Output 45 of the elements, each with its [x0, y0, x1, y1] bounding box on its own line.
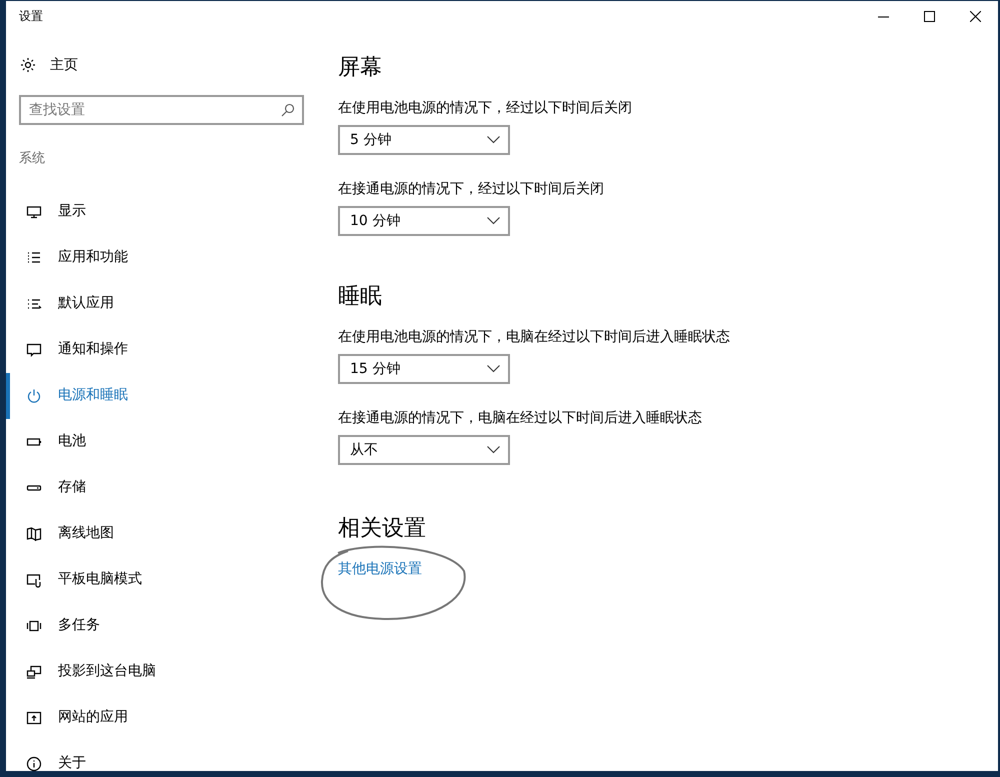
sidebar-item[interactable]: 多任务	[6, 602, 286, 648]
close-icon	[970, 10, 980, 22]
sidebar-item[interactable]: 存储	[6, 464, 286, 510]
section-heading: 睡眠	[338, 283, 383, 311]
chevron-down-icon	[487, 136, 500, 144]
setting-label: 在使用电池电源的情况下，经过以下时间后关闭	[338, 99, 633, 118]
dropdown[interactable]: 5 分钟	[338, 125, 510, 155]
dropdown[interactable]: 10 分钟	[338, 206, 510, 236]
info-icon	[26, 756, 42, 772]
sidebar-item[interactable]: 离线地图	[6, 510, 286, 556]
projector-icon	[26, 664, 42, 680]
setting-label: 在接通电源的情况下，经过以下时间后关闭	[338, 180, 605, 199]
sidebar-item[interactable]: 显示	[6, 188, 286, 234]
sidebar-item[interactable]: 电池	[6, 418, 286, 464]
window-title: 设置	[18, 8, 44, 25]
tablet-icon	[26, 572, 42, 588]
chevron-down-icon	[487, 446, 500, 454]
monitor-icon	[26, 204, 42, 220]
sidebar-item[interactable]: 电源和睡眠	[6, 372, 286, 418]
search-field[interactable]: 查找设置	[19, 95, 304, 125]
speech-bubble-icon	[26, 342, 42, 358]
list-icon	[26, 250, 42, 266]
sidebar-item[interactable]: 通知和操作	[6, 326, 286, 372]
map-icon	[26, 526, 42, 542]
section-heading: 屏幕	[338, 54, 383, 82]
sidebar-item[interactable]: 投影到这台电脑	[6, 648, 286, 694]
sidebar-item[interactable]: 关于	[6, 740, 286, 777]
group-label: 系统	[19, 150, 46, 168]
sidebar-item[interactable]: 默认应用	[6, 280, 286, 326]
sidebar-item[interactable]: 网站的应用	[6, 694, 286, 740]
setting-label: 在接通电源的情况下，电脑在经过以下时间后进入睡眠状态	[338, 409, 703, 428]
home-link[interactable]: 主页	[18, 45, 84, 85]
dropdown[interactable]: 15 分钟	[338, 354, 510, 384]
dropdown[interactable]: 从不	[338, 435, 510, 465]
maximize-icon	[924, 10, 934, 22]
search-icon	[281, 103, 295, 117]
web-app-icon	[26, 710, 42, 726]
section-heading: 相关设置	[338, 515, 427, 543]
sidebar-item[interactable]: 应用和功能	[6, 234, 286, 280]
chevron-down-icon	[487, 217, 500, 225]
setting-label: 在使用电池电源的情况下，电脑在经过以下时间后进入睡眠状态	[338, 328, 731, 347]
sidebar-item[interactable]: 平板电脑模式	[6, 556, 286, 602]
chevron-down-icon	[487, 365, 500, 373]
settings-link[interactable]: 其他电源设置	[338, 561, 422, 577]
power-icon	[26, 388, 42, 404]
